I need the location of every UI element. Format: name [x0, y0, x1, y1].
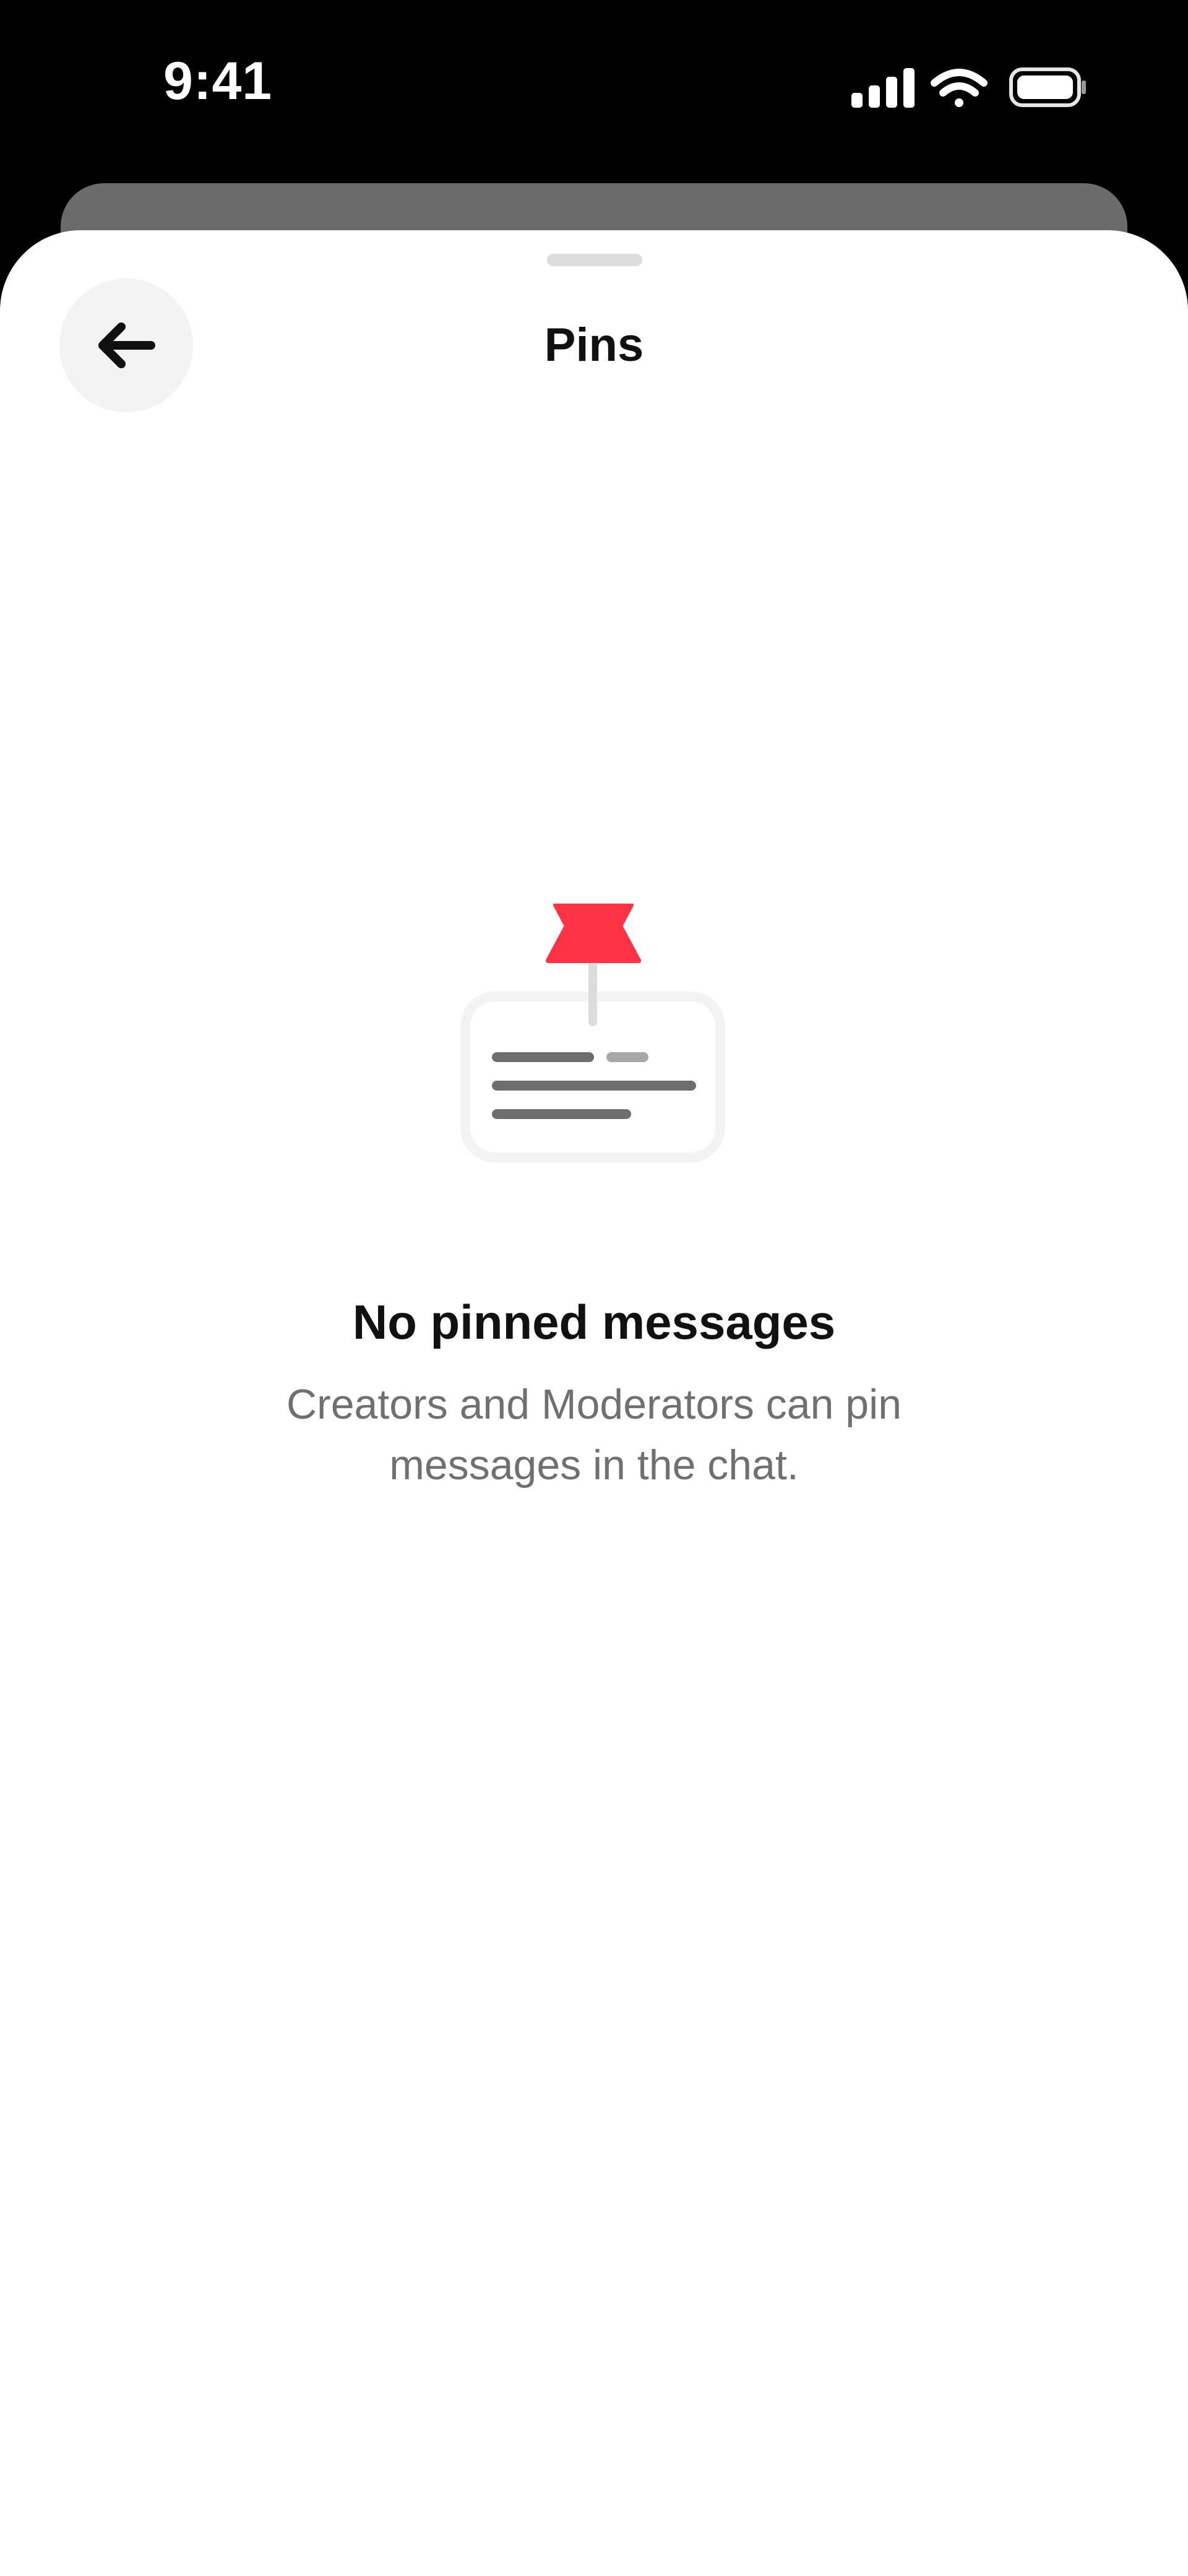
status-time: 9:41	[163, 51, 273, 111]
sheet-grabber[interactable]	[547, 254, 642, 266]
status-bar: 9:41	[0, 0, 1188, 179]
empty-state-subtitle: Creators and Moderators can pin messages…	[286, 1381, 902, 1489]
message-line	[492, 1081, 696, 1091]
pushpin-icon	[546, 902, 641, 963]
message-line	[606, 1052, 648, 1062]
empty-state-title: No pinned messages	[352, 1295, 836, 1349]
message-line	[492, 1109, 631, 1119]
wifi-icon	[931, 69, 988, 107]
pinned-message-svg	[460, 902, 725, 1162]
page-title: Pins	[544, 319, 644, 371]
battery-icon	[1009, 67, 1086, 107]
message-line	[492, 1052, 594, 1062]
status-icons-svg	[851, 67, 1086, 108]
pin-needle	[588, 957, 597, 1026]
status-icons	[849, 66, 1088, 111]
pinned-message-illustration	[458, 902, 730, 1164]
cellular-signal-icon	[851, 68, 915, 108]
